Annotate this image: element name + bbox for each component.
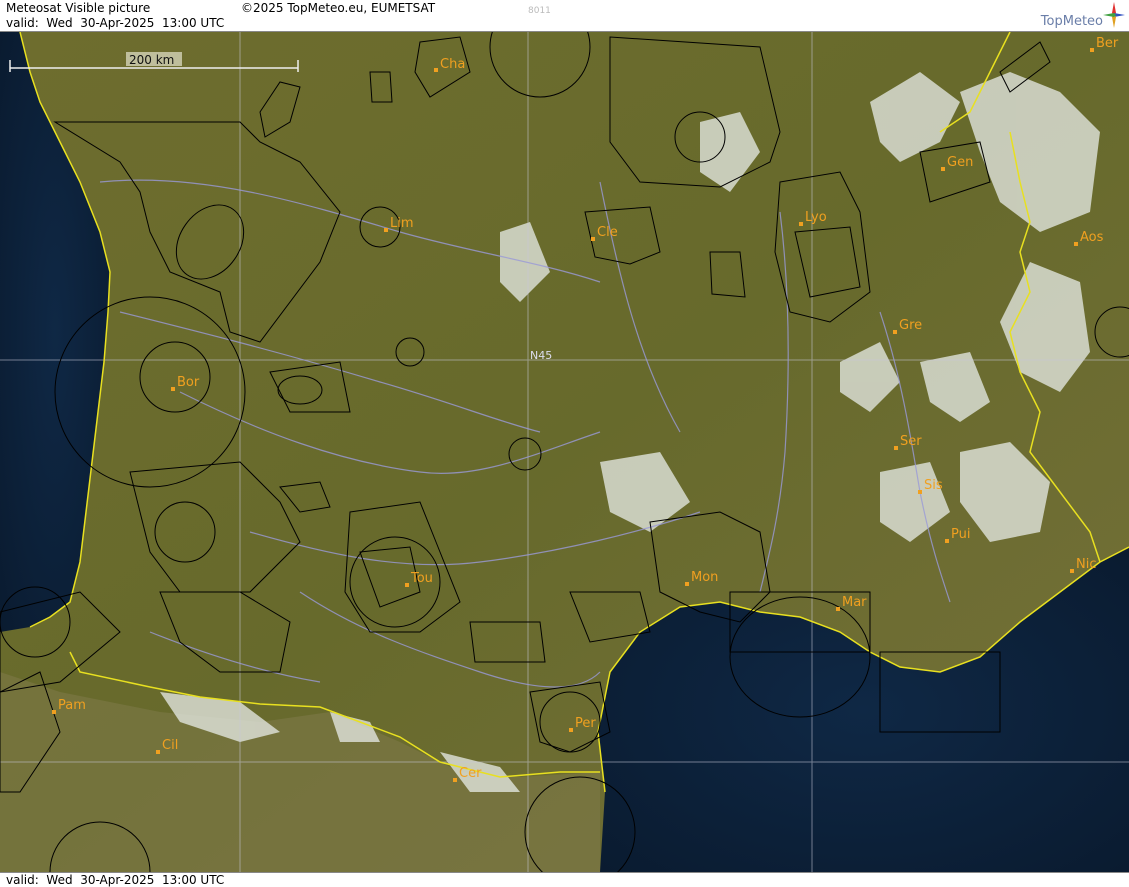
city-label-lim: Lim	[390, 216, 414, 231]
satellite-map[interactable]: N45 200 km Cha Lim Cle Lyo Gen Ber Aos G…	[0, 32, 1129, 872]
city-label-mon: Mon	[691, 570, 718, 585]
city-label-nic: Nic	[1076, 557, 1096, 572]
city-label-mar: Mar	[842, 595, 867, 610]
city-pam[interactable]: Pam	[52, 698, 86, 714]
product-title: Meteosat Visible picture	[6, 1, 151, 15]
logo-text: TopMeteo	[1040, 14, 1103, 29]
city-label-cil: Cil	[162, 738, 178, 753]
city-label-bor: Bor	[177, 375, 200, 390]
map-header: Meteosat Visible picture valid: Wed 30-A…	[0, 0, 1129, 32]
compass-icon	[1103, 2, 1125, 28]
copyright-text: ©2025 TopMeteo.eu, EUMETSAT	[241, 1, 436, 15]
map-canvas: N45 200 km Cha Lim Cle Lyo Gen Ber Aos G…	[0, 32, 1129, 872]
map-footer: valid: Wed 30-Apr-2025 13:00 UTC	[0, 872, 1129, 887]
topmeteo-logo[interactable]: TopMeteo	[1015, 0, 1125, 32]
city-label-per: Per	[575, 716, 596, 731]
city-label-ber: Ber	[1096, 36, 1119, 51]
city-label-cle: Cle	[597, 225, 618, 240]
scale-label: 200 km	[129, 53, 174, 67]
city-label-gre: Gre	[899, 318, 922, 333]
city-label-cer: Cer	[459, 766, 482, 781]
city-label-pam: Pam	[58, 698, 86, 713]
city-label-cha: Cha	[440, 57, 465, 72]
city-label-gen: Gen	[947, 155, 973, 170]
lat-label-n45: N45	[530, 349, 552, 362]
city-label-pui: Pui	[951, 527, 970, 542]
image-code: 8011	[528, 6, 551, 16]
city-label-lyo: Lyo	[805, 210, 827, 225]
valid-time: valid: Wed 30-Apr-2025 13:00 UTC	[6, 16, 225, 30]
city-label-tou: Tou	[410, 571, 433, 586]
footer-valid-time: valid: Wed 30-Apr-2025 13:00 UTC	[6, 873, 225, 887]
city-label-sis: Sis	[924, 478, 943, 493]
city-label-ser: Ser	[900, 434, 922, 449]
city-label-aos: Aos	[1080, 230, 1104, 245]
